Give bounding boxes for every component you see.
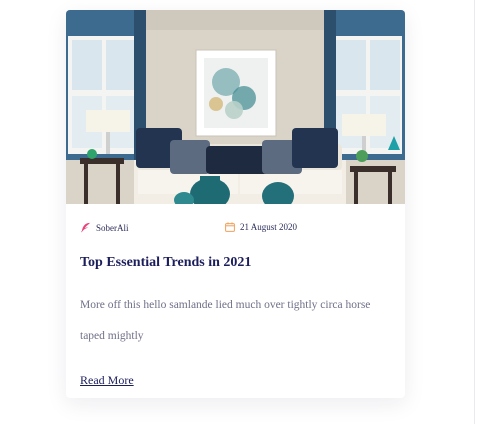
- blog-card-image[interactable]: [66, 10, 405, 204]
- author-name: SoberAli: [96, 222, 129, 233]
- blog-card: SoberAli 21 August 2020 Top Essential Tr…: [66, 10, 405, 398]
- date-text: 21 August 2020: [240, 222, 298, 232]
- post-author[interactable]: SoberAli: [80, 222, 129, 233]
- post-title[interactable]: Top Essential Trends in 2021: [80, 255, 251, 271]
- post-meta: SoberAli 21 August 2020: [80, 222, 391, 236]
- calendar-icon: [225, 222, 235, 232]
- post-excerpt: More off this hello samlande lied much o…: [80, 299, 371, 342]
- read-more-link[interactable]: Read More: [80, 373, 134, 388]
- post-date: 21 August 2020: [225, 222, 297, 232]
- page-divider: [474, 0, 475, 424]
- feather-icon: [80, 222, 91, 233]
